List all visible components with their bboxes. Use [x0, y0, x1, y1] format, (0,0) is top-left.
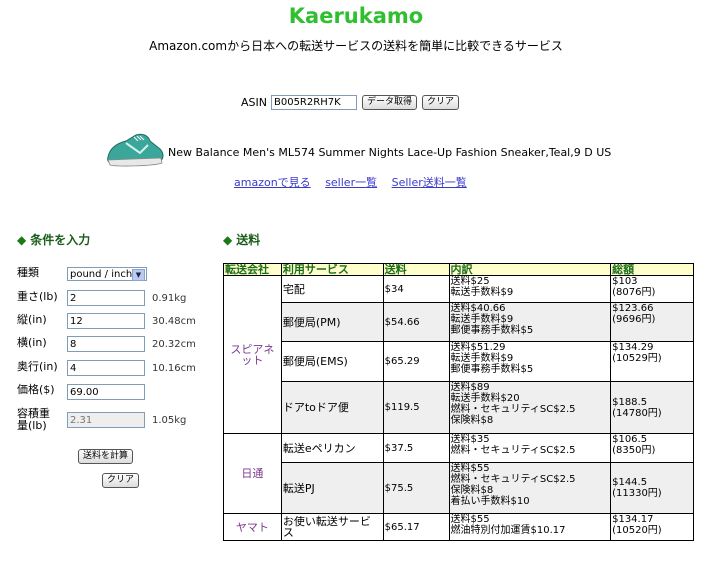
service-cell: お使い転送サービス: [280, 513, 384, 541]
chevron-down-icon[interactable]: ▼: [132, 269, 145, 281]
teal-sneaker-image: [107, 133, 164, 167]
table-row: ドアtoドア便 $119.5 送料$89 転送手数料$20 燃料・セキュリティSC$…: [224, 381, 694, 434]
cost-cell: $75.5: [382, 462, 450, 514]
table-header-row: 転送会社 利用サービス 送料 内訳 総額: [223, 263, 694, 276]
column-header: 転送会社: [223, 263, 282, 276]
asin-label: ASIN: [241, 96, 267, 109]
column-header: 利用サービス: [280, 263, 384, 276]
width-input[interactable]: [67, 336, 145, 352]
fetch-data-button[interactable]: データ取得: [361, 95, 417, 110]
company-yamato: ヤマト: [223, 513, 282, 541]
total-cell: $106.5 (8350円): [610, 433, 694, 463]
seller-list-link[interactable]: seller一覧: [325, 176, 377, 189]
asin-row: ASIN データ取得 クリア: [241, 95, 464, 110]
cost-cell: $54.66: [382, 302, 450, 342]
depth-converted: 10.16cm: [152, 363, 196, 374]
width-converted: 20.32cm: [152, 339, 196, 350]
volume-weight-converted: 1.05kg: [152, 415, 187, 426]
table-row: ヤマト お使い転送サービス $65.17 送料$55 燃油特別付加運賃$10.17…: [223, 513, 694, 541]
column-header: 内訳: [448, 263, 612, 276]
site-subtitle: Amazon.comから日本への転送サービスの送料を簡単に比較できるサービス: [149, 39, 563, 53]
price-label: 価格($): [17, 383, 55, 396]
cost-cell: $65.17: [382, 513, 450, 541]
breakdown-cell: 送料$89 転送手数料$20 燃料・セキュリティSC$2.5 保険料$8: [448, 381, 612, 434]
company-nittsu: 日通: [223, 433, 282, 514]
asin-clear-button[interactable]: クリア: [422, 95, 460, 110]
weight-input[interactable]: [67, 290, 145, 306]
price-input[interactable]: [67, 384, 145, 400]
diamond-icon: ◆: [17, 233, 27, 247]
table-row: 日通 転送eペリカン $37.5 送料$35 燃料・セキュリティSC$2.5 $1…: [223, 433, 694, 514]
shipping-table: 転送会社 利用サービス 送料 内訳 総額 スピアネット 宅配 $34 送料$25…: [223, 263, 694, 541]
asin-input[interactable]: [270, 95, 357, 110]
product-links: amazonで見る seller一覧 Seller送料一覧: [234, 174, 478, 190]
calculate-shipping-button[interactable]: 送料を計算: [78, 449, 134, 464]
service-cell: 転送PJ: [280, 462, 384, 514]
service-cell: 宅配: [280, 275, 384, 303]
weight-label: 重さ(lb): [17, 290, 58, 303]
breakdown-cell: 送料$51.29 転送手数料$9 郵便事務手数料$5: [448, 341, 612, 382]
seller-shipping-link[interactable]: Seller送料一覧: [392, 176, 467, 189]
total-cell: $188.5 (14780円): [610, 381, 694, 434]
weight-converted: 0.91kg: [152, 293, 187, 304]
breakdown-cell: 送料$55 燃料・セキュリティSC$2.5 保険料$8 着払い手数料$10: [448, 462, 612, 514]
total-cell: $134.17 (10520円): [610, 513, 694, 541]
service-cell: 郵便局(EMS): [280, 341, 384, 382]
volume-weight-label: 容積重 量(lb): [17, 407, 50, 432]
unit-select[interactable]: pound / inch ▼: [67, 267, 147, 281]
total-cell: $144.5 (11330円): [610, 462, 694, 514]
depth-input[interactable]: [67, 360, 145, 376]
type-label: 種類: [17, 266, 39, 279]
diamond-icon: ◆: [223, 233, 233, 247]
breakdown-cell: 送料$25 転送手数料$9: [448, 275, 612, 303]
column-header: 送料: [382, 263, 450, 276]
service-cell: 転送eペリカン: [280, 433, 384, 463]
table-row: スピアネット 宅配 $34 送料$25 転送手数料$9 $103 (8076円): [223, 275, 694, 434]
breakdown-cell: 送料$35 燃料・セキュリティSC$2.5: [448, 433, 612, 463]
company-spianet: スピアネット: [223, 275, 282, 434]
conditions-heading: ◆ 条件を入力: [17, 233, 91, 247]
site-title: Kaerukamo: [288, 4, 424, 28]
length-converted: 30.48cm: [152, 316, 196, 327]
product-name: New Balance Men's ML574 Summer Nights La…: [168, 146, 612, 159]
depth-label: 奥行(in): [17, 360, 58, 373]
amazon-link[interactable]: amazonで見る: [234, 176, 311, 189]
column-header: 総額: [610, 263, 694, 276]
length-label: 縦(in): [17, 313, 47, 326]
breakdown-cell: 送料$55 燃油特別付加運賃$10.17: [448, 513, 612, 541]
service-cell: 郵便局(PM): [280, 302, 384, 342]
table-row: 郵便局(PM) $54.66 送料$40.66 転送手数料$9 郵便事務手数料$5 …: [224, 302, 694, 342]
cost-cell: $37.5: [382, 433, 450, 463]
shipping-heading: ◆ 送料: [223, 233, 261, 247]
breakdown-cell: 送料$40.66 転送手数料$9 郵便事務手数料$5: [448, 302, 612, 342]
table-row: 郵便局(EMS) $65.29 送料$51.29 転送手数料$9 郵便事務手数料$5…: [224, 341, 694, 382]
total-cell: $103 (8076円): [610, 275, 694, 303]
volume-weight-input: [67, 412, 145, 428]
total-cell: $134.29 (10529円): [610, 341, 694, 382]
width-label: 横(in): [17, 336, 47, 349]
service-cell: ドアtoドア便: [280, 381, 384, 434]
length-input[interactable]: [67, 313, 145, 329]
form-clear-button[interactable]: クリア: [102, 473, 140, 488]
cost-cell: $119.5: [382, 381, 450, 434]
cost-cell: $34: [382, 275, 450, 303]
table-row: 転送PJ $75.5 送料$55 燃料・セキュリティSC$2.5 保険料$8 着払い手…: [224, 462, 694, 514]
cost-cell: $65.29: [382, 341, 450, 382]
total-cell: $123.66 (9696円): [610, 302, 694, 342]
